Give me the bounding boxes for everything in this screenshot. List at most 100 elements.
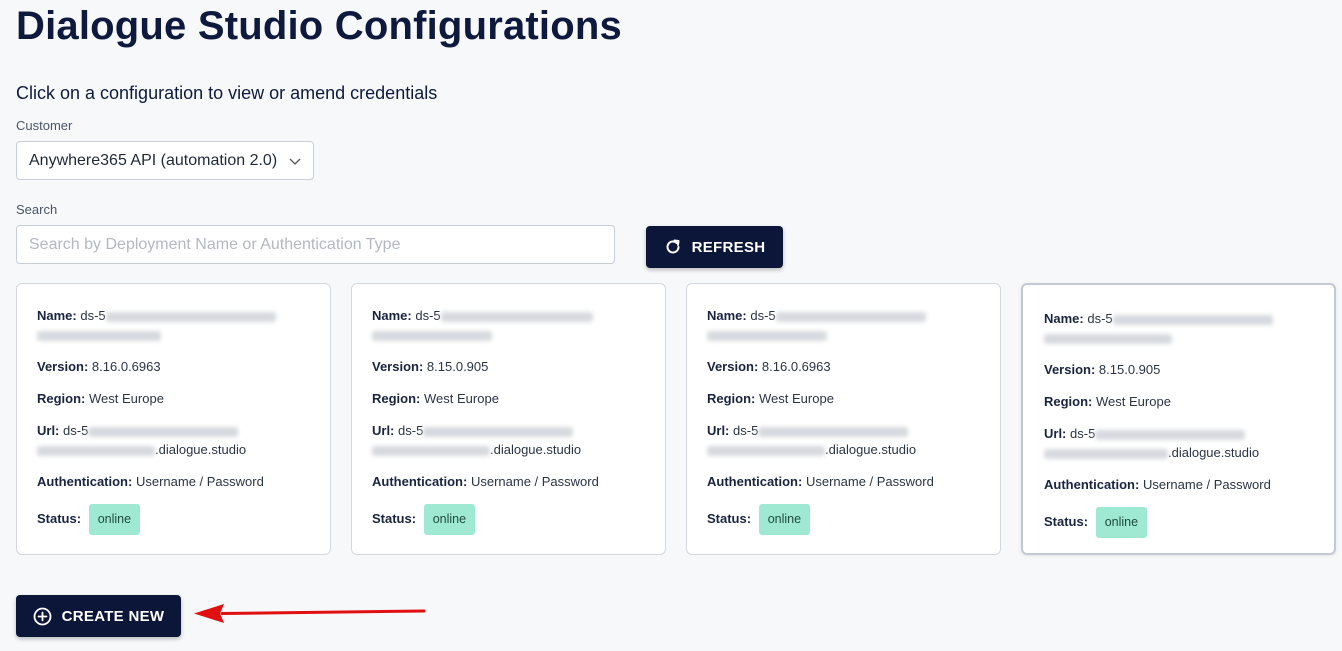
version-label: Version:: [37, 359, 89, 374]
card-version-row: Version: 8.15.0.905: [1044, 360, 1314, 379]
card-region: West Europe: [89, 391, 164, 406]
card-version: 8.15.0.905: [1098, 362, 1161, 377]
redacted-url: [88, 426, 239, 437]
card-url-prefix: ds-5: [398, 423, 424, 438]
card-version: 8.16.0.6963: [761, 359, 831, 374]
card-url-suffix: .dialogue.studio: [155, 442, 247, 457]
card-status-row: Status: online: [707, 504, 980, 535]
card-status-row: Status: online: [37, 504, 310, 535]
redacted-url: [1095, 429, 1246, 440]
card-status-row: Status: online: [372, 504, 645, 535]
version-label: Version:: [707, 359, 759, 374]
status-badge: online: [1095, 507, 1148, 538]
customer-select[interactable]: Anywhere365 API (automation 2.0): [16, 141, 314, 180]
redacted-name: [372, 330, 492, 341]
authentication-label: Authentication:: [37, 474, 133, 489]
customer-select-value: Anywhere365 API (automation 2.0): [29, 151, 278, 169]
refresh-icon: [666, 239, 680, 254]
page-title: Dialogue Studio Configurations: [16, 4, 622, 48]
annotation-arrow: [194, 604, 426, 623]
card-region-row: Region: West Europe: [1044, 392, 1314, 411]
redacted-name: [1112, 314, 1273, 325]
url-label: Url:: [1044, 426, 1067, 441]
name-label: Name:: [707, 308, 747, 323]
card-url-row: Url: ds-5 .dialogue.studio: [372, 421, 645, 459]
card-version-row: Version: 8.16.0.6963: [37, 357, 310, 376]
card-version: 8.16.0.6963: [91, 359, 161, 374]
status-label: Status:: [372, 510, 417, 526]
region-label: Region:: [707, 391, 756, 406]
card-region: West Europe: [1096, 394, 1171, 409]
customer-label: Customer: [16, 118, 73, 133]
plus-circle-icon: [33, 607, 52, 625]
card-authentication: Username / Password: [470, 474, 599, 489]
card-auth-row: Authentication: Username / Password: [1044, 475, 1314, 494]
status-label: Status:: [37, 510, 82, 526]
card-name: ds-5: [750, 308, 776, 323]
card-version: 8.15.0.905: [426, 359, 489, 374]
chevron-down-icon: [289, 158, 301, 165]
config-card[interactable]: Name: ds-5 Version: 8.16.0.6963 Region: …: [686, 283, 1001, 555]
redacted-url: [758, 426, 909, 437]
card-authentication: Username / Password: [135, 474, 264, 489]
search-label: Search: [16, 202, 58, 217]
card-url-row: Url: ds-5 .dialogue.studio: [1044, 424, 1314, 462]
version-label: Version:: [1044, 362, 1096, 377]
redacted-url: [372, 445, 490, 456]
card-authentication: Username / Password: [805, 474, 934, 489]
url-label: Url:: [37, 423, 60, 438]
status-label: Status:: [707, 510, 752, 526]
region-label: Region:: [37, 391, 86, 406]
card-version-row: Version: 8.16.0.6963: [707, 357, 980, 376]
card-url-row: Url: ds-5 .dialogue.studio: [707, 421, 980, 459]
version-label: Version:: [372, 359, 424, 374]
card-name-row: Name: ds-5: [37, 306, 310, 344]
search-input[interactable]: [16, 225, 615, 264]
config-card[interactable]: Name: ds-5 Version: 8.15.0.905 Region: W…: [351, 283, 666, 555]
card-url-row: Url: ds-5 .dialogue.studio: [37, 421, 310, 459]
card-region-row: Region: West Europe: [37, 389, 310, 408]
redacted-name: [1044, 333, 1172, 344]
redacted-name: [707, 330, 827, 341]
card-url-prefix: ds-5: [1070, 426, 1096, 441]
redacted-url: [707, 445, 825, 456]
status-badge: online: [423, 504, 476, 535]
card-url-suffix: .dialogue.studio: [1168, 445, 1260, 460]
card-region-row: Region: West Europe: [707, 389, 980, 408]
config-card[interactable]: Name: ds-5 Version: 8.16.0.6963 Region: …: [16, 283, 331, 555]
redacted-url: [1044, 448, 1168, 459]
card-name-row: Name: ds-5: [1044, 309, 1314, 347]
card-auth-row: Authentication: Username / Password: [372, 472, 645, 491]
name-label: Name:: [372, 308, 412, 323]
create-new-button[interactable]: CREATE NEW: [16, 595, 181, 637]
region-label: Region:: [1044, 394, 1093, 409]
config-card[interactable]: Name: ds-5 Version: 8.15.0.905 Region: W…: [1021, 283, 1336, 555]
card-authentication: Username / Password: [1142, 477, 1271, 492]
name-label: Name:: [1044, 311, 1084, 326]
card-auth-row: Authentication: Username / Password: [37, 472, 310, 491]
create-new-button-label: CREATE NEW: [61, 607, 165, 625]
redacted-url: [423, 426, 574, 437]
status-badge: online: [758, 504, 811, 535]
card-name: ds-5: [80, 308, 106, 323]
url-label: Url:: [707, 423, 730, 438]
redacted-name: [105, 311, 276, 322]
card-version-row: Version: 8.15.0.905: [372, 357, 645, 376]
page-subtitle: Click on a configuration to view or amen…: [16, 83, 438, 103]
card-region: West Europe: [424, 391, 499, 406]
redacted-name: [37, 330, 161, 341]
authentication-label: Authentication:: [1044, 477, 1140, 492]
refresh-button[interactable]: REFRESH: [646, 226, 783, 268]
status-label: Status:: [1044, 513, 1089, 529]
card-url-prefix: ds-5: [63, 423, 89, 438]
redacted-name: [775, 311, 926, 322]
card-status-row: Status: online: [1044, 507, 1314, 538]
card-auth-row: Authentication: Username / Password: [707, 472, 980, 491]
region-label: Region:: [372, 391, 421, 406]
card-name: ds-5: [415, 308, 441, 323]
authentication-label: Authentication:: [707, 474, 803, 489]
card-url-prefix: ds-5: [733, 423, 759, 438]
redacted-url: [37, 445, 155, 456]
card-region-row: Region: West Europe: [372, 389, 645, 408]
url-label: Url:: [372, 423, 395, 438]
